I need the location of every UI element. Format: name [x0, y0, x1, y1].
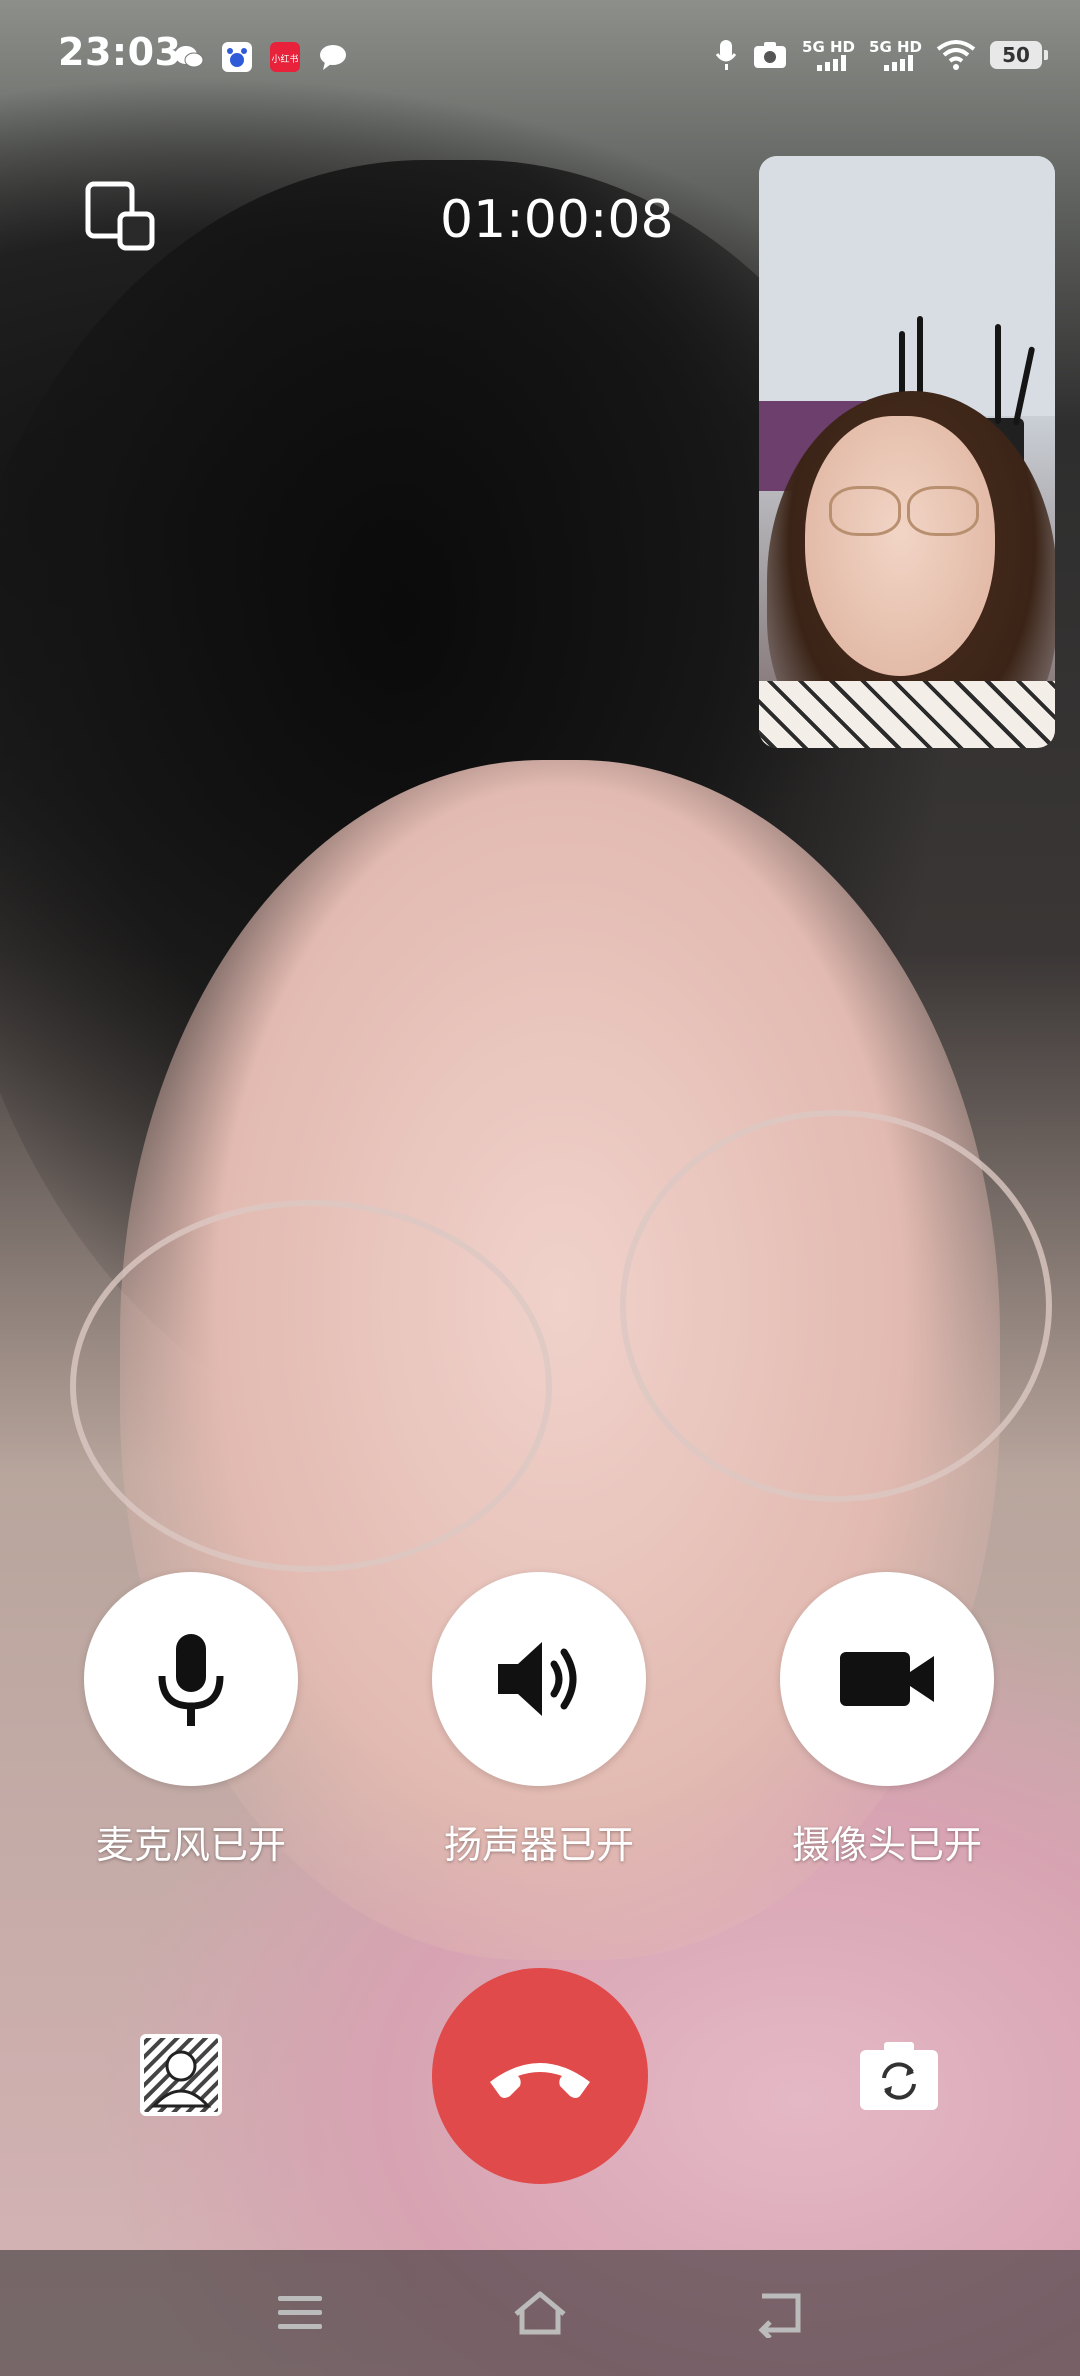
speaker-label: 扬声器已开	[443, 1823, 634, 1867]
home-icon[interactable]	[510, 2288, 570, 2338]
flip-camera-button[interactable]	[856, 2032, 942, 2118]
back-icon[interactable]	[750, 2288, 810, 2340]
preview-person-face	[805, 416, 995, 676]
hang-up-button[interactable]	[432, 1968, 648, 2184]
phone-hangup-icon	[490, 2063, 590, 2098]
signal-sim2: 5G HD	[869, 39, 922, 71]
switch-window-icon[interactable]	[84, 180, 156, 252]
system-navigation-bar	[0, 2250, 1080, 2376]
speaker-icon	[498, 1642, 577, 1716]
signal-bars-icon	[884, 55, 913, 71]
camera-label: 摄像头已开	[791, 1823, 982, 1867]
svg-text:小红书: 小红书	[271, 53, 298, 65]
message-icon	[316, 40, 350, 74]
signal-bars-icon	[817, 55, 847, 71]
microphone-button[interactable]	[84, 1572, 298, 1786]
battery-indicator: 50	[990, 41, 1048, 69]
video-call-screen: 23:03 小红书 5G HD 5G HD 50 01:00:08 麦克风已开 …	[0, 0, 1080, 2376]
microphone-label: 麦克风已开	[95, 1823, 286, 1867]
call-timer: 01:00:08	[440, 190, 674, 250]
camera-button[interactable]	[780, 1572, 994, 1786]
microphone-icon	[158, 1634, 224, 1726]
preview-glasses-right	[907, 486, 979, 536]
xiaohongshu-icon: 小红书	[268, 40, 302, 74]
preview-wall	[759, 156, 1055, 416]
microphone-in-use-icon	[715, 40, 737, 70]
wechat-icon	[172, 40, 206, 74]
portrait-blur-icon	[140, 2034, 222, 2116]
self-video-preview[interactable]	[759, 156, 1055, 748]
notification-icons: 小红书	[172, 40, 350, 74]
status-time: 23:03	[58, 30, 182, 74]
status-right: 5G HD 5G HD 50	[714, 38, 1048, 72]
background-blur-button[interactable]	[138, 2032, 224, 2118]
preview-antenna	[995, 324, 1001, 424]
signal-sim1: 5G HD	[802, 39, 855, 71]
camera-in-use-icon	[754, 42, 787, 68]
preview-glasses-left	[829, 486, 901, 536]
status-bar: 23:03 小红书 5G HD 5G HD 50	[0, 0, 1080, 110]
remote-glasses-right	[620, 1110, 1052, 1502]
menu-icon[interactable]	[270, 2288, 330, 2338]
preview-person-shirt	[759, 681, 1055, 748]
remote-glasses-left	[70, 1200, 552, 1572]
flip-camera-icon	[860, 2042, 938, 2110]
speaker-button[interactable]	[432, 1572, 646, 1786]
wifi-icon	[936, 40, 976, 70]
video-camera-icon	[840, 1652, 934, 1706]
baidu-icon	[220, 40, 254, 74]
